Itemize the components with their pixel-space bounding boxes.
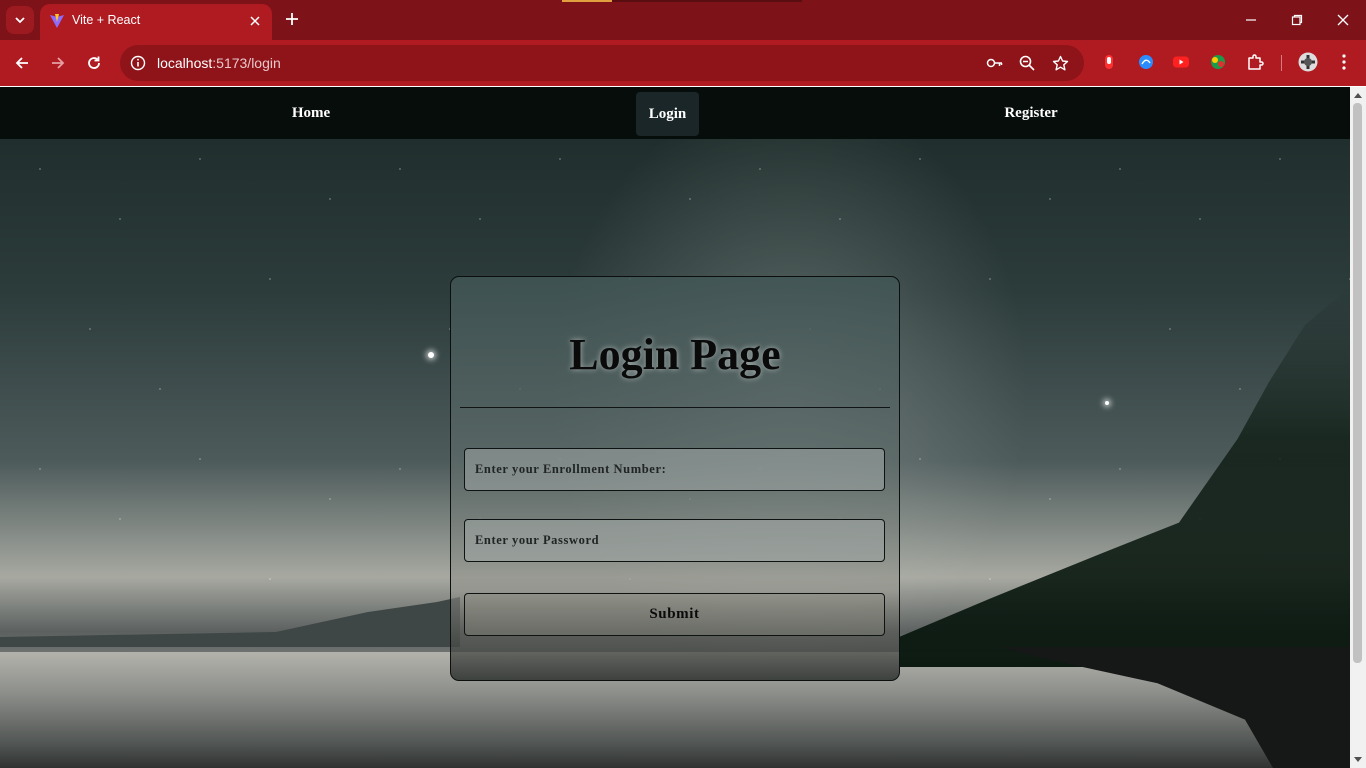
new-tab-button[interactable]	[282, 9, 302, 29]
tab-close-button[interactable]	[246, 12, 264, 30]
scroll-up-arrow-icon[interactable]	[1354, 93, 1362, 98]
extension-blue-button[interactable]	[1136, 52, 1156, 72]
extension-youtube-button[interactable]	[1171, 52, 1191, 72]
browser-tab[interactable]: Vite + React	[40, 4, 272, 40]
bright-star	[428, 352, 434, 358]
url-text: localhost:5173/login	[157, 55, 281, 71]
forward-button[interactable]	[46, 51, 70, 75]
url-path: :5173/login	[212, 55, 281, 71]
app-navbar: Home Login Register	[0, 87, 1350, 139]
scroll-down-arrow-icon[interactable]	[1354, 757, 1362, 762]
puzzle-icon	[1248, 54, 1264, 70]
colorful-extension-icon	[1211, 55, 1225, 69]
tab-strip-accent	[562, 0, 612, 2]
page-scrollbar[interactable]	[1350, 87, 1366, 768]
site-info-button[interactable]	[128, 53, 148, 73]
youtube-icon	[1173, 56, 1189, 68]
vite-logo-icon	[50, 14, 64, 28]
scroll-thumb[interactable]	[1353, 103, 1362, 663]
tab-search-button[interactable]	[6, 6, 34, 34]
nav-login-link[interactable]: Login	[636, 92, 699, 136]
arrow-right-icon	[52, 57, 65, 69]
close-icon	[250, 16, 260, 26]
extensions-menu-button[interactable]	[1245, 52, 1265, 72]
profile-avatar-button[interactable]	[1298, 52, 1318, 72]
login-card: Login Page Submit	[450, 276, 900, 681]
blue-circle-icon	[1139, 55, 1153, 69]
enrollment-field[interactable]	[464, 448, 885, 491]
restore-button[interactable]	[1286, 9, 1308, 31]
bookmark-button[interactable]	[1050, 53, 1070, 73]
chevron-down-icon	[15, 17, 25, 24]
reload-icon	[88, 56, 100, 69]
browser-menu-button[interactable]	[1334, 52, 1354, 72]
back-button[interactable]	[10, 51, 34, 75]
password-key-button[interactable]	[985, 53, 1005, 73]
enrollment-number-input[interactable]	[465, 449, 884, 490]
arrow-left-icon	[15, 57, 28, 69]
tab-strip: Vite + React	[0, 0, 1366, 40]
bright-star	[1105, 401, 1109, 405]
hand-icon	[1105, 55, 1113, 69]
url-host: localhost	[157, 55, 213, 71]
avatar-icon	[1298, 52, 1318, 72]
address-bar[interactable]: localhost:5173/login	[120, 45, 1084, 81]
kebab-menu-icon	[1342, 54, 1346, 70]
zoom-button[interactable]	[1017, 53, 1037, 73]
extension-color-button[interactable]	[1208, 52, 1228, 72]
close-window-button[interactable]	[1332, 9, 1354, 31]
toolbar-separator	[1281, 55, 1282, 71]
tab-strip-accent-dark	[612, 0, 802, 2]
password-field[interactable]	[464, 519, 885, 562]
plus-icon	[286, 13, 298, 25]
submit-button[interactable]: Submit	[464, 593, 885, 636]
minimize-icon	[1246, 19, 1256, 21]
reload-button[interactable]	[82, 51, 106, 75]
info-icon	[130, 55, 146, 71]
page-viewport: Home Login Register Login Page Submit	[0, 87, 1366, 768]
close-icon	[1337, 14, 1349, 26]
page-title: Login Page	[569, 330, 781, 379]
tab-title: Vite + React	[72, 13, 141, 27]
extension-hand-button[interactable]	[1099, 52, 1119, 72]
star-icon	[1052, 55, 1068, 70]
restore-icon	[1291, 14, 1303, 26]
title-divider	[460, 407, 890, 408]
nav-home-link[interactable]: Home	[279, 87, 343, 139]
nav-register-link[interactable]: Register	[990, 87, 1072, 139]
browser-toolbar: localhost:5173/login	[0, 40, 1366, 86]
zoom-out-icon	[1019, 55, 1035, 71]
minimize-button[interactable]	[1240, 9, 1262, 31]
password-input[interactable]	[465, 520, 884, 561]
key-icon	[986, 58, 1003, 68]
mountain-silhouette	[0, 597, 460, 647]
